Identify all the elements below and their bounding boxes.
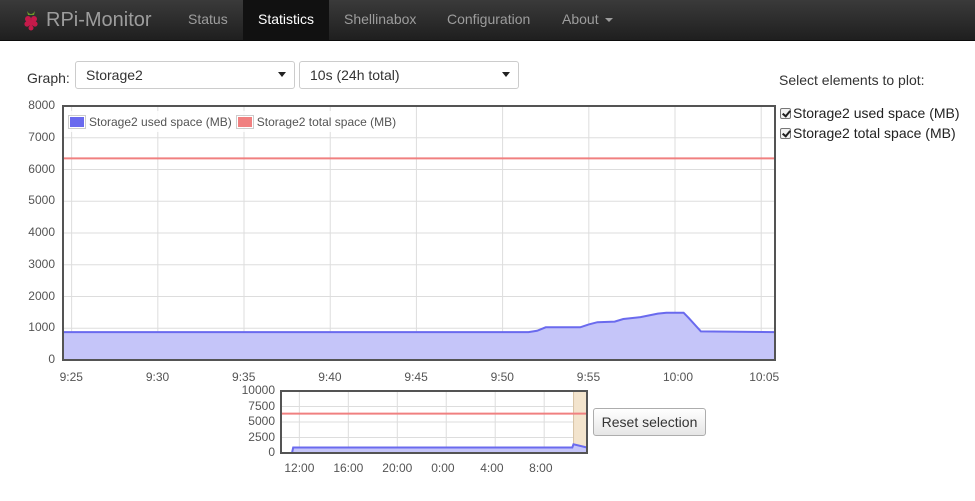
overview-x-tick-label: 8:00 <box>529 461 553 475</box>
overview-y-tick-label: 5000 <box>248 414 275 428</box>
x-tick-label: 9:45 <box>404 370 428 384</box>
overview-x-tick-label: 20:00 <box>382 461 413 475</box>
legend-swatch-total <box>235 114 254 129</box>
x-tick-label: 9:30 <box>145 370 170 384</box>
reset-selection-button[interactable]: Reset selection <box>593 408 706 436</box>
main-chart[interactable] <box>0 0 975 501</box>
overview-y-tick-label: 7500 <box>248 398 275 413</box>
legend-label-total: Storage2 total space (MB) <box>256 114 397 129</box>
x-tick-label: 10:05 <box>749 370 780 384</box>
x-tick-label: 9:35 <box>232 370 256 384</box>
y-tick-label: 1000 <box>28 320 55 335</box>
y-tick-label: 3000 <box>28 256 55 271</box>
x-tick-label: 9:50 <box>490 370 514 384</box>
chart-legend: Storage2 used space (MB) Storage2 total … <box>64 111 401 132</box>
legend-label-used: Storage2 used space (MB) <box>89 114 232 129</box>
x-tick-label: 9:40 <box>318 370 342 384</box>
y-tick-label: 4000 <box>28 225 55 239</box>
y-tick-label: 6000 <box>28 161 55 176</box>
y-tick-label: 5000 <box>28 193 55 208</box>
overview-x-tick-label: 4:00 <box>480 461 504 475</box>
overview-x-tick-label: 0:00 <box>431 461 455 475</box>
overview-selection <box>573 390 588 454</box>
overview-y-tick-label: 10000 <box>241 383 275 397</box>
overview-y-tick-label: 2500 <box>248 429 275 444</box>
overview-x-tick-label: 16:00 <box>333 461 364 475</box>
y-tick-label: 0 <box>48 352 55 366</box>
legend-swatch-used <box>68 114 86 129</box>
overview-x-tick-label: 12:00 <box>284 461 315 475</box>
y-tick-label: 2000 <box>28 288 55 303</box>
x-tick-label: 10:00 <box>663 370 694 384</box>
overview-y-tick-label: 0 <box>268 445 275 459</box>
x-tick-label: 9:55 <box>576 370 601 384</box>
x-tick-label: 9:25 <box>59 370 83 384</box>
y-tick-label: 7000 <box>28 129 55 144</box>
y-tick-label: 8000 <box>28 98 55 112</box>
